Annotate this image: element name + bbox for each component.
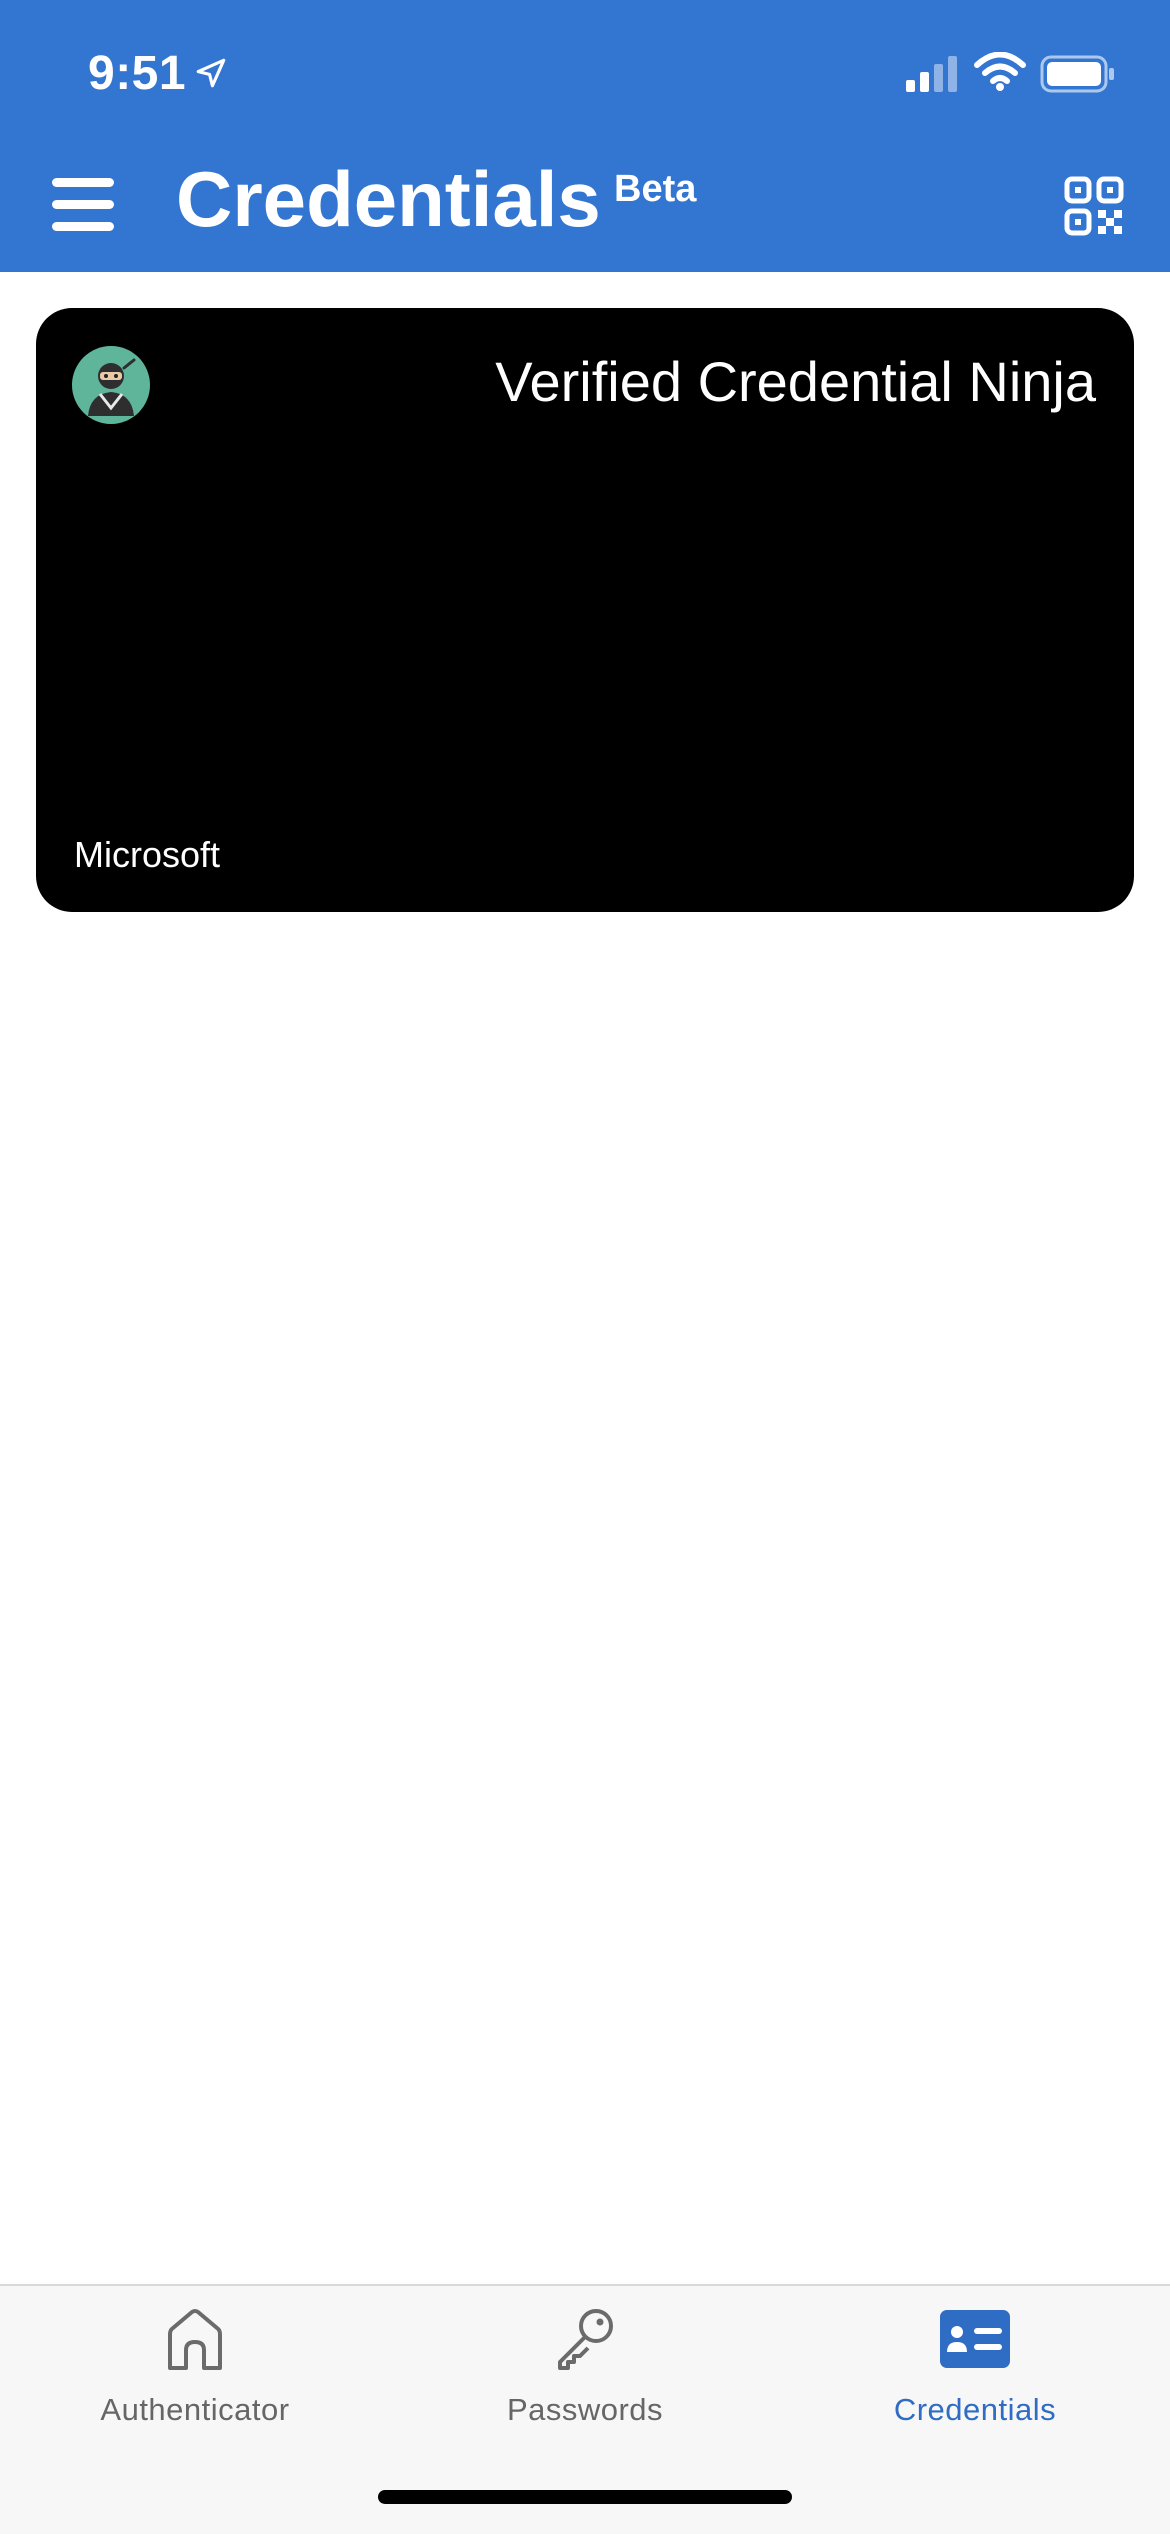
tab-passwords[interactable]: Passwords [390,2286,780,2466]
credential-title: Verified Credential Ninja [495,350,1096,413]
app-header: 9:51 Credentials Beta [0,0,1170,272]
tab-credentials[interactable]: Credentials [780,2286,1170,2466]
tab-label: Authenticator [100,2392,290,2427]
tab-label: Passwords [506,2392,664,2427]
wifi-icon [974,52,1026,91]
ninja-avatar-icon [72,346,150,424]
tab-label: Credentials [893,2392,1057,2427]
location-arrow-icon [196,58,226,88]
home-icon [168,2309,222,2370]
hamburger-menu-icon[interactable] [52,176,114,232]
home-indicator [378,2490,792,2504]
key-icon [558,2309,613,2370]
qr-code-icon[interactable] [1064,176,1124,236]
status-time: 9:51 [88,47,187,100]
id-card-icon [940,2310,1010,2368]
battery-icon [1040,55,1114,93]
tab-authenticator[interactable]: Authenticator [0,2286,390,2466]
credential-card[interactable]: Verified Credential Ninja Microsoft [36,308,1134,912]
credential-issuer: Microsoft [74,834,221,875]
beta-badge: Beta [614,168,697,210]
cellular-signal-icon [906,56,957,92]
page-title: Credentials [176,155,601,243]
